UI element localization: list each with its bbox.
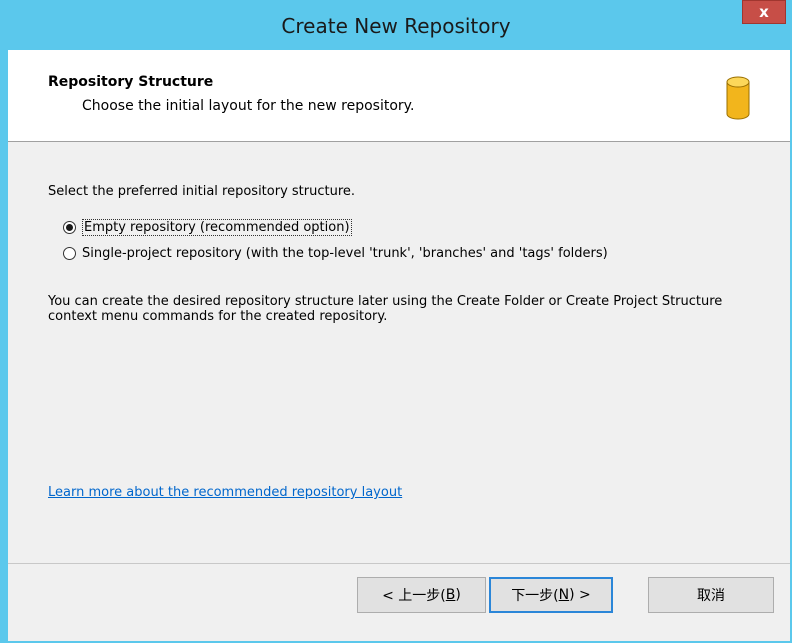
back-button-label: < 上一步( bbox=[382, 588, 446, 604]
cancel-button[interactable]: 取消 bbox=[648, 577, 774, 613]
option-empty-label-text: Empty repository (recommended option) bbox=[84, 220, 350, 235]
wizard-content: Select the preferred initial repository … bbox=[8, 142, 790, 562]
structure-info-text: You can create the desired repository st… bbox=[48, 294, 723, 324]
option-single-project-repository[interactable]: Single-project repository (with the top-… bbox=[63, 246, 608, 261]
structure-prompt: Select the preferred initial repository … bbox=[48, 184, 356, 199]
wizard-header: Repository Structure Choose the initial … bbox=[8, 50, 790, 142]
radio-empty-repository[interactable] bbox=[63, 221, 76, 234]
learn-more-link[interactable]: Learn more about the recommended reposit… bbox=[48, 485, 402, 500]
next-button-mnemonic: N bbox=[558, 587, 570, 603]
back-button-suffix: ) bbox=[455, 587, 461, 603]
option-empty-label: Empty repository (recommended option) bbox=[82, 219, 352, 236]
next-button-suffix: ) > bbox=[569, 587, 591, 603]
header-title: Repository Structure bbox=[48, 74, 214, 90]
radio-single-project[interactable] bbox=[63, 247, 76, 260]
header-subtitle: Choose the initial layout for the new re… bbox=[82, 98, 415, 114]
next-button-label: 下一步( bbox=[511, 588, 559, 604]
close-icon: x bbox=[759, 3, 769, 21]
database-icon bbox=[726, 76, 750, 120]
next-button[interactable]: 下一步(N) > bbox=[489, 577, 613, 613]
option-empty-repository[interactable]: Empty repository (recommended option) bbox=[63, 219, 352, 236]
window-title: Create New Repository bbox=[281, 14, 511, 38]
dialog-window: Create New Repository x Repository Struc… bbox=[0, 0, 792, 643]
footer-divider bbox=[8, 563, 790, 564]
dialog-client-area: Repository Structure Choose the initial … bbox=[8, 50, 790, 641]
back-button[interactable]: < 上一步(B) bbox=[357, 577, 486, 613]
option-single-project-label: Single-project repository (with the top-… bbox=[82, 246, 608, 261]
back-button-mnemonic: B bbox=[445, 587, 456, 603]
close-button[interactable]: x bbox=[742, 0, 786, 24]
title-bar[interactable]: Create New Repository x bbox=[0, 0, 792, 50]
